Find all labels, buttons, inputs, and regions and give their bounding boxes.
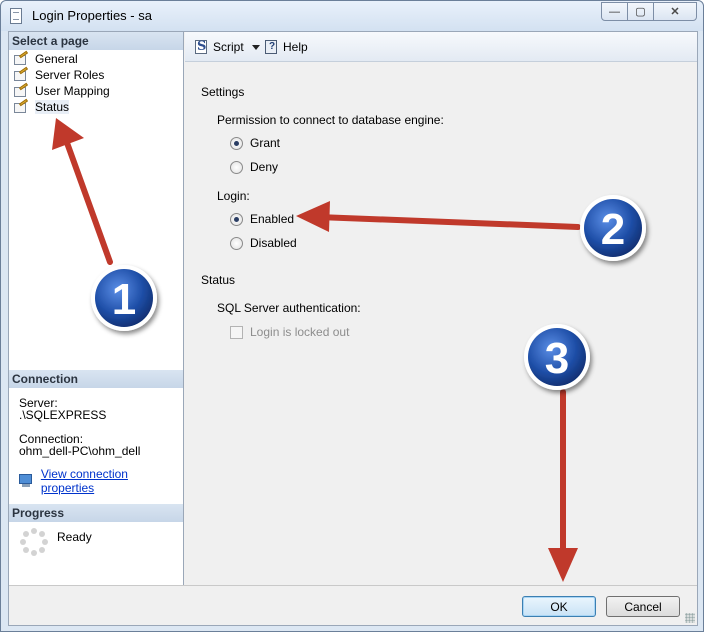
disabled-radio[interactable]: Disabled xyxy=(230,236,297,250)
cancel-button[interactable]: Cancel xyxy=(606,596,680,617)
view-connection-properties[interactable]: View connection properties xyxy=(19,467,183,495)
sql-auth-label: SQL Server authentication: xyxy=(217,301,361,315)
page-item-label: Server Roles xyxy=(35,68,105,82)
page-item-label: User Mapping xyxy=(35,84,110,98)
radio-button[interactable] xyxy=(230,136,243,150)
locked-out-label: Login is locked out xyxy=(250,325,350,339)
status-heading: Status xyxy=(201,273,236,287)
monitor-icon xyxy=(19,474,35,488)
dialog-client-area: Select a page General Server Roles User … xyxy=(8,31,698,626)
locked-out-checkbox xyxy=(230,325,243,339)
maximize-button[interactable]: ▢ xyxy=(627,2,654,21)
resize-grip-icon[interactable] xyxy=(685,613,695,623)
close-button[interactable]: ✕ xyxy=(653,2,697,21)
page-item-user-mapping[interactable]: User Mapping xyxy=(13,82,110,99)
dialog-footer: OK Cancel xyxy=(9,585,697,625)
page-item-label: General xyxy=(35,52,78,66)
enabled-radio[interactable]: Enabled xyxy=(230,212,294,226)
radio-button[interactable] xyxy=(230,212,243,226)
left-pane: Select a page General Server Roles User … xyxy=(9,32,184,585)
grant-label: Grant xyxy=(250,136,281,150)
toolbar: S Script ? Help xyxy=(185,32,697,62)
help-button[interactable]: ? Help xyxy=(263,39,308,55)
radio-button[interactable] xyxy=(230,236,243,250)
page-wand-icon xyxy=(13,98,29,114)
enabled-label: Enabled xyxy=(250,212,295,226)
server-value: .\SQLEXPRESS xyxy=(19,408,107,422)
login-label: Login: xyxy=(217,189,250,203)
permission-label: Permission to connect to database engine… xyxy=(217,113,444,127)
script-button[interactable]: S Script xyxy=(193,39,260,55)
window-controls: — ▢ ✕ xyxy=(601,2,697,21)
progress-header: Progress xyxy=(9,504,183,522)
window-title: Login Properties - sa xyxy=(32,8,152,23)
select-page-header: Select a page xyxy=(9,32,183,50)
script-label: Script xyxy=(213,40,244,54)
title-bar[interactable]: Login Properties - sa — ▢ ✕ xyxy=(1,1,703,31)
settings-heading: Settings xyxy=(201,85,245,99)
page-item-status[interactable]: Status xyxy=(13,98,70,115)
window-icon xyxy=(10,8,22,24)
page-item-general[interactable]: General xyxy=(13,50,78,67)
page-wand-icon xyxy=(13,82,29,98)
connection-header: Connection xyxy=(9,370,183,388)
ok-button[interactable]: OK xyxy=(522,596,596,617)
grant-radio[interactable]: Grant xyxy=(230,136,280,150)
right-pane: S Script ? Help Settings Permission to c… xyxy=(185,32,697,585)
help-label: Help xyxy=(283,40,308,54)
help-icon: ? xyxy=(263,39,279,55)
page-item-server-roles[interactable]: Server Roles xyxy=(13,66,105,83)
chevron-down-icon[interactable] xyxy=(251,44,260,50)
disabled-label: Disabled xyxy=(250,236,297,250)
deny-radio[interactable]: Deny xyxy=(230,160,278,174)
connection-value: ohm_dell-PC\ohm_dell xyxy=(19,444,141,458)
login-properties-window: Login Properties - sa — ▢ ✕ Select a pag… xyxy=(0,0,704,632)
deny-label: Deny xyxy=(250,160,279,174)
script-icon: S xyxy=(195,39,207,54)
radio-button[interactable] xyxy=(230,160,243,174)
page-item-label: Status xyxy=(35,100,70,114)
view-connection-properties-link[interactable]: View connection properties xyxy=(41,467,183,495)
progress-spinner-icon xyxy=(20,528,48,556)
page-wand-icon xyxy=(13,66,29,82)
progress-status: Ready xyxy=(57,530,92,544)
locked-out-checkbox-row: Login is locked out xyxy=(230,325,349,339)
page-wand-icon xyxy=(13,50,29,66)
minimize-button[interactable]: — xyxy=(601,2,628,21)
